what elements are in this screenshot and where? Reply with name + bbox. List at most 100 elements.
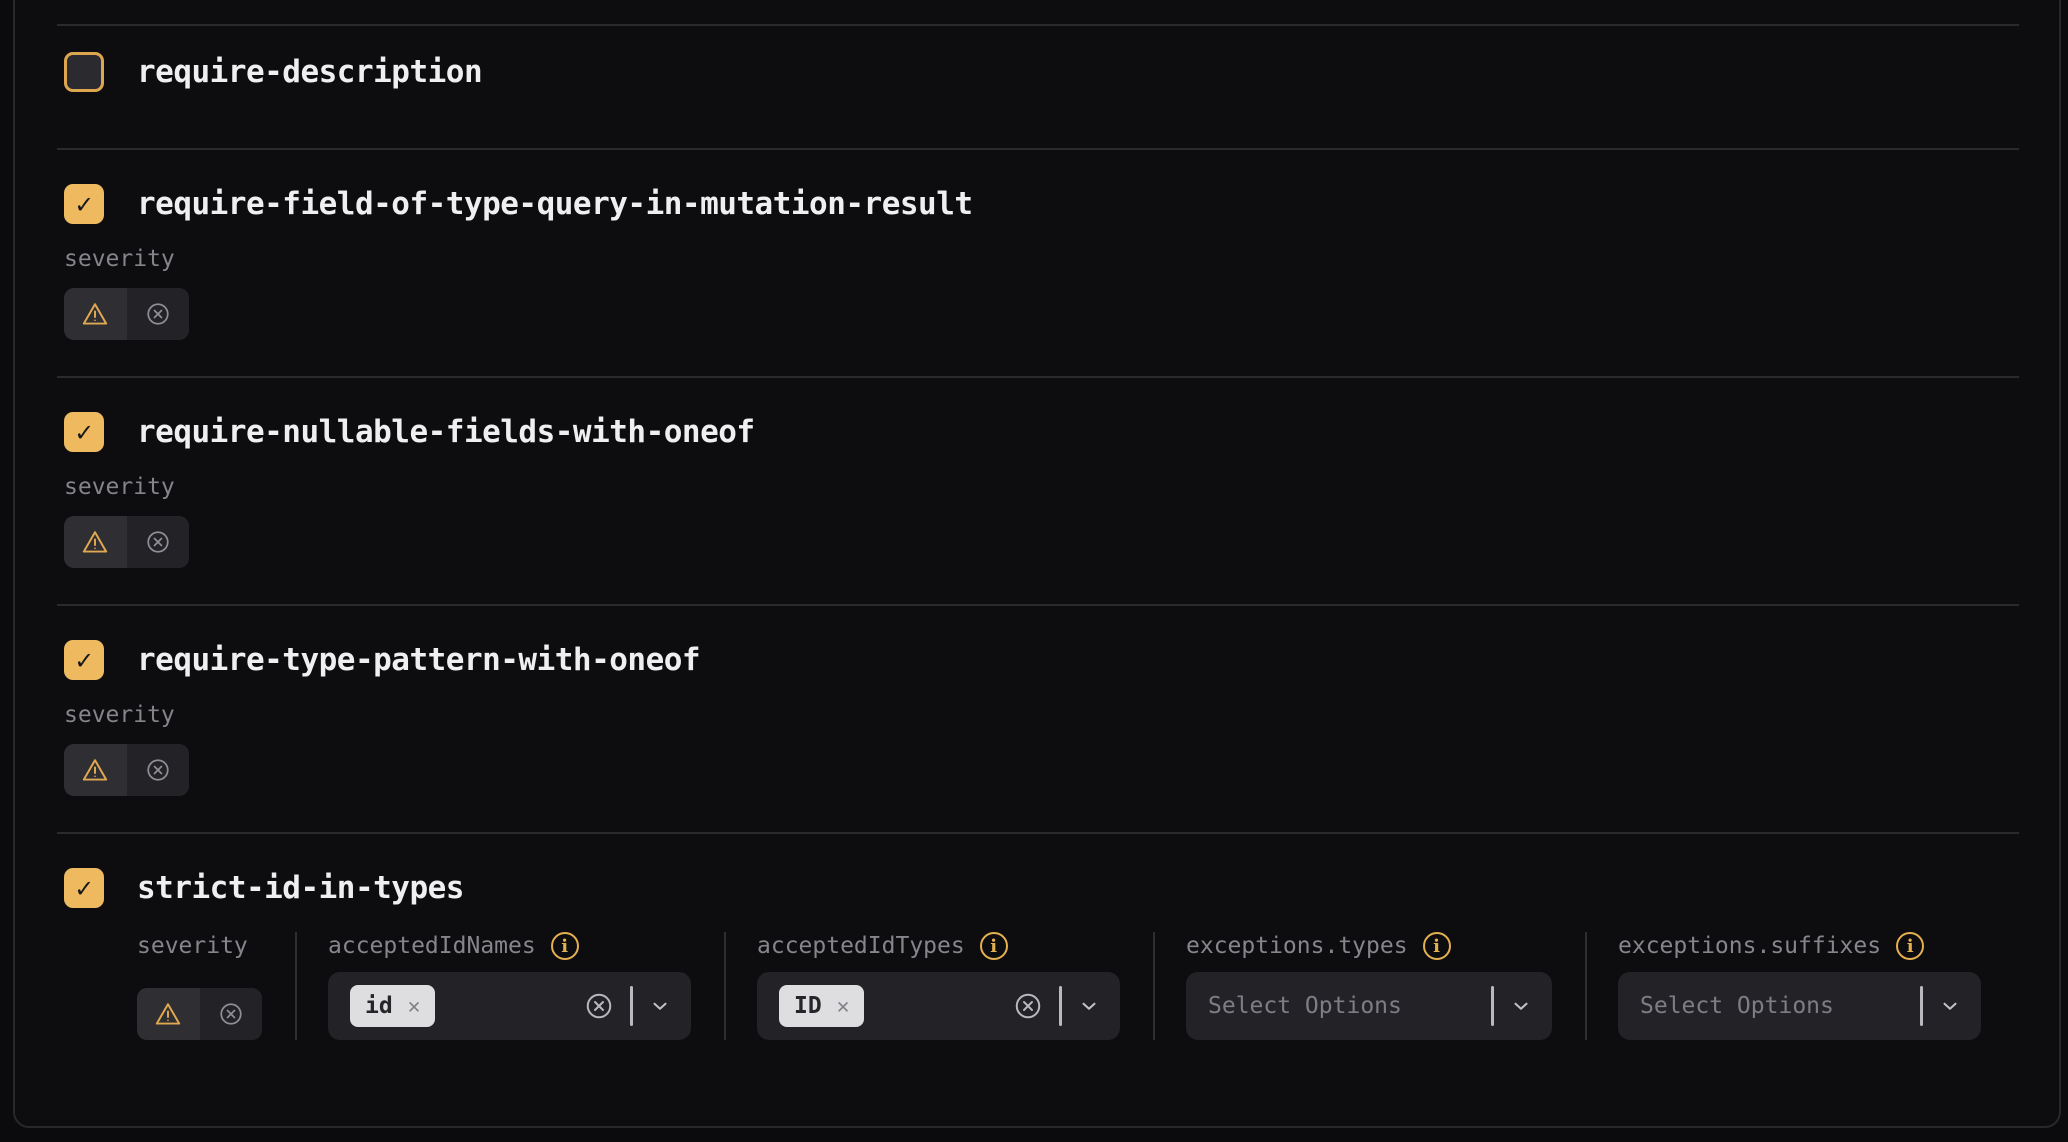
severity-label: severity bbox=[64, 474, 2019, 500]
severity-toggle bbox=[137, 988, 262, 1040]
severity-label: severity bbox=[64, 702, 2019, 728]
rule-row-require-type-pattern-with-oneof: ✓ require-type-pattern-with-oneof severi… bbox=[15, 606, 2059, 832]
severity-off-button[interactable] bbox=[127, 744, 190, 796]
circle-x-icon bbox=[1013, 991, 1043, 1021]
field-controls bbox=[1920, 986, 1961, 1026]
field-separator bbox=[1920, 986, 1923, 1026]
circle-x-icon bbox=[145, 757, 171, 783]
field-separator bbox=[630, 986, 633, 1026]
rule-checkbox[interactable] bbox=[64, 52, 104, 92]
severity-label: severity bbox=[137, 933, 248, 959]
severity-off-button[interactable] bbox=[127, 516, 190, 568]
severity-warn-button[interactable] bbox=[64, 744, 127, 796]
expand-dropdown-button[interactable] bbox=[1939, 995, 1961, 1017]
multiselect-field[interactable]: ID ✕ bbox=[757, 972, 1120, 1040]
warning-triangle-icon bbox=[154, 1000, 182, 1028]
option-header: exceptions.suffixes i bbox=[1618, 932, 1981, 960]
option-header: exceptions.types i bbox=[1186, 932, 1552, 960]
option-label: exceptions.types bbox=[1186, 933, 1408, 959]
option-header: acceptedIdTypes i bbox=[757, 932, 1120, 960]
rule-name: require-type-pattern-with-oneof bbox=[137, 642, 700, 678]
remove-tag-button[interactable]: ✕ bbox=[408, 996, 421, 1017]
field-controls bbox=[1491, 986, 1532, 1026]
info-icon[interactable]: i bbox=[1896, 932, 1924, 960]
circle-x-icon bbox=[145, 301, 171, 327]
option-label: acceptedIdNames bbox=[328, 933, 536, 959]
severity-label: severity bbox=[64, 246, 2019, 272]
rule-options-row: severity bbox=[137, 932, 2019, 1040]
column-divider bbox=[1153, 932, 1155, 1040]
warning-triangle-icon bbox=[81, 300, 109, 328]
rule-name: require-nullable-fields-with-oneof bbox=[137, 414, 755, 450]
rule-row-require-description: require-description bbox=[15, 26, 2059, 148]
rule-name: require-description bbox=[137, 54, 482, 90]
option-column-exceptions-types: exceptions.types i Select Options bbox=[1186, 932, 1552, 1040]
rule-checkbox[interactable]: ✓ bbox=[64, 868, 104, 908]
severity-warn-button[interactable] bbox=[64, 516, 127, 568]
panel-top-spacer bbox=[15, 0, 2059, 24]
field-separator bbox=[1491, 986, 1494, 1026]
rule-header: ✓ require-field-of-type-query-in-mutatio… bbox=[64, 184, 2019, 224]
option-label: exceptions.suffixes bbox=[1618, 933, 1881, 959]
column-divider bbox=[724, 932, 726, 1040]
field-controls bbox=[584, 986, 671, 1026]
rule-row-strict-id-in-types: ✓ strict-id-in-types severity bbox=[15, 834, 2059, 1040]
remove-tag-button[interactable]: ✕ bbox=[837, 996, 850, 1017]
selected-tag: ID ✕ bbox=[779, 985, 864, 1027]
severity-block: severity bbox=[64, 246, 2019, 340]
severity-block: severity bbox=[64, 702, 2019, 796]
field-placeholder: Select Options bbox=[1640, 993, 1834, 1019]
circle-x-icon bbox=[584, 991, 614, 1021]
info-icon[interactable]: i bbox=[980, 932, 1008, 960]
clear-selection-button[interactable] bbox=[584, 991, 614, 1021]
expand-dropdown-button[interactable] bbox=[1510, 995, 1532, 1017]
expand-dropdown-button[interactable] bbox=[649, 995, 671, 1017]
field-controls bbox=[1013, 986, 1100, 1026]
rules-panel: require-description ✓ require-field-of-t… bbox=[13, 0, 2061, 1128]
field-placeholder: Select Options bbox=[1208, 993, 1402, 1019]
chevron-down-icon bbox=[1510, 995, 1532, 1017]
tag-label: ID bbox=[794, 993, 822, 1019]
rule-checkbox[interactable]: ✓ bbox=[64, 640, 104, 680]
rule-row-require-field-of-type-query-in-mutation-result: ✓ require-field-of-type-query-in-mutatio… bbox=[15, 150, 2059, 376]
multiselect-field[interactable]: id ✕ bbox=[328, 972, 691, 1040]
rule-header: ✓ strict-id-in-types bbox=[64, 868, 2019, 908]
info-icon[interactable]: i bbox=[1423, 932, 1451, 960]
multiselect-field[interactable]: Select Options bbox=[1186, 972, 1552, 1040]
severity-toggle bbox=[64, 516, 189, 568]
severity-block: severity bbox=[64, 474, 2019, 568]
option-column-exceptions-suffixes: exceptions.suffixes i Select Options bbox=[1618, 932, 1981, 1040]
expand-dropdown-button[interactable] bbox=[1078, 995, 1100, 1017]
severity-warn-button[interactable] bbox=[64, 288, 127, 340]
option-header: acceptedIdNames i bbox=[328, 932, 691, 960]
severity-toggle bbox=[64, 744, 189, 796]
selected-tag: id ✕ bbox=[350, 985, 435, 1027]
multiselect-field[interactable]: Select Options bbox=[1618, 972, 1981, 1040]
column-divider bbox=[1585, 932, 1587, 1040]
rule-checkbox[interactable]: ✓ bbox=[64, 412, 104, 452]
rule-name: strict-id-in-types bbox=[137, 870, 464, 906]
option-column-acceptedIdTypes: acceptedIdTypes i ID ✕ bbox=[757, 932, 1120, 1040]
tag-label: id bbox=[365, 993, 393, 1019]
severity-off-button[interactable] bbox=[127, 288, 190, 340]
severity-off-button[interactable] bbox=[200, 988, 263, 1040]
chevron-down-icon bbox=[1939, 995, 1961, 1017]
rule-header: ✓ require-type-pattern-with-oneof bbox=[64, 640, 2019, 680]
rule-row-require-nullable-fields-with-oneof: ✓ require-nullable-fields-with-oneof sev… bbox=[15, 378, 2059, 604]
rule-name: require-field-of-type-query-in-mutation-… bbox=[137, 186, 973, 222]
info-icon[interactable]: i bbox=[551, 932, 579, 960]
column-divider bbox=[295, 932, 297, 1040]
severity-warn-button[interactable] bbox=[137, 988, 200, 1040]
severity-column: severity bbox=[137, 932, 262, 1040]
clear-selection-button[interactable] bbox=[1013, 991, 1043, 1021]
circle-x-icon bbox=[145, 529, 171, 555]
rule-checkbox[interactable]: ✓ bbox=[64, 184, 104, 224]
option-label: acceptedIdTypes bbox=[757, 933, 965, 959]
chevron-down-icon bbox=[649, 995, 671, 1017]
warning-triangle-icon bbox=[81, 528, 109, 556]
circle-x-icon bbox=[218, 1001, 244, 1027]
rule-header: require-description bbox=[64, 52, 2019, 92]
severity-toggle bbox=[64, 288, 189, 340]
option-header: severity bbox=[137, 932, 262, 960]
option-column-acceptedIdNames: acceptedIdNames i id ✕ bbox=[328, 932, 691, 1040]
